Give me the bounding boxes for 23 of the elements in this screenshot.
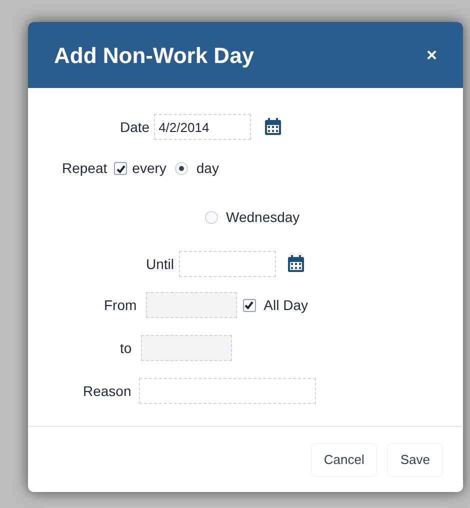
date-field[interactable]: 4/2/2014 xyxy=(154,114,251,140)
radio-button[interactable] xyxy=(205,211,218,224)
field-label: Reason xyxy=(83,382,132,400)
field-label: Date xyxy=(120,118,150,136)
field-label: Until xyxy=(146,254,174,274)
close-button[interactable]: × xyxy=(426,42,437,68)
field-label: Repeat xyxy=(62,159,108,178)
field-label: From xyxy=(104,296,137,314)
field-label: day xyxy=(196,159,219,178)
field-label: to xyxy=(120,338,132,358)
dialog-title: Add Non-Work Day xyxy=(54,42,254,70)
reason-field[interactable] xyxy=(139,378,316,404)
until-field[interactable] xyxy=(179,251,276,277)
dialog-button[interactable]: Cancel xyxy=(310,442,378,476)
field-label: Wednesday xyxy=(226,208,300,227)
dialog-button[interactable]: Save xyxy=(387,442,443,476)
checkbox[interactable] xyxy=(114,162,128,175)
calendar-icon[interactable] xyxy=(286,254,306,274)
field-label: every xyxy=(132,159,166,178)
calendar-icon[interactable] xyxy=(262,117,283,137)
checkbox[interactable] xyxy=(242,298,256,312)
radio-button[interactable] xyxy=(175,162,188,175)
field-label: All Day xyxy=(264,296,308,315)
